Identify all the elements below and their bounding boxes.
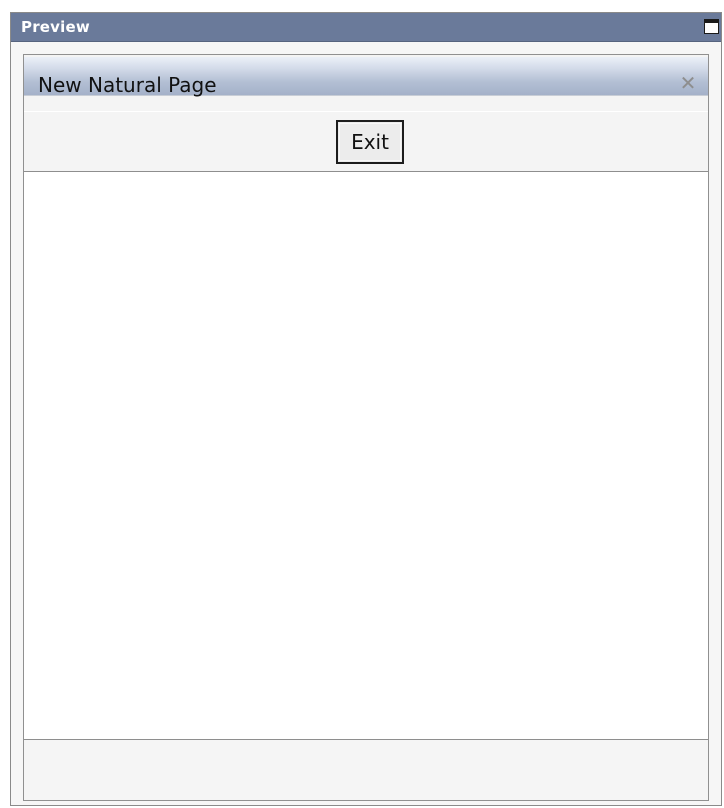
preview-title: Preview: [21, 18, 90, 36]
maximize-icon[interactable]: [704, 19, 719, 34]
preview-panel: Preview New Natural Page ✕ Exit: [10, 12, 722, 806]
toolbar: Exit: [24, 112, 708, 172]
status-bar: [24, 739, 708, 800]
close-icon[interactable]: ✕: [678, 73, 698, 93]
content-area: [24, 173, 708, 739]
preview-header: Preview: [11, 13, 721, 42]
page-title: New Natural Page: [38, 73, 217, 97]
natural-page-window: New Natural Page ✕ Exit: [23, 54, 709, 801]
page-titlebar: New Natural Page ✕: [24, 55, 708, 111]
exit-button[interactable]: Exit: [336, 120, 404, 164]
